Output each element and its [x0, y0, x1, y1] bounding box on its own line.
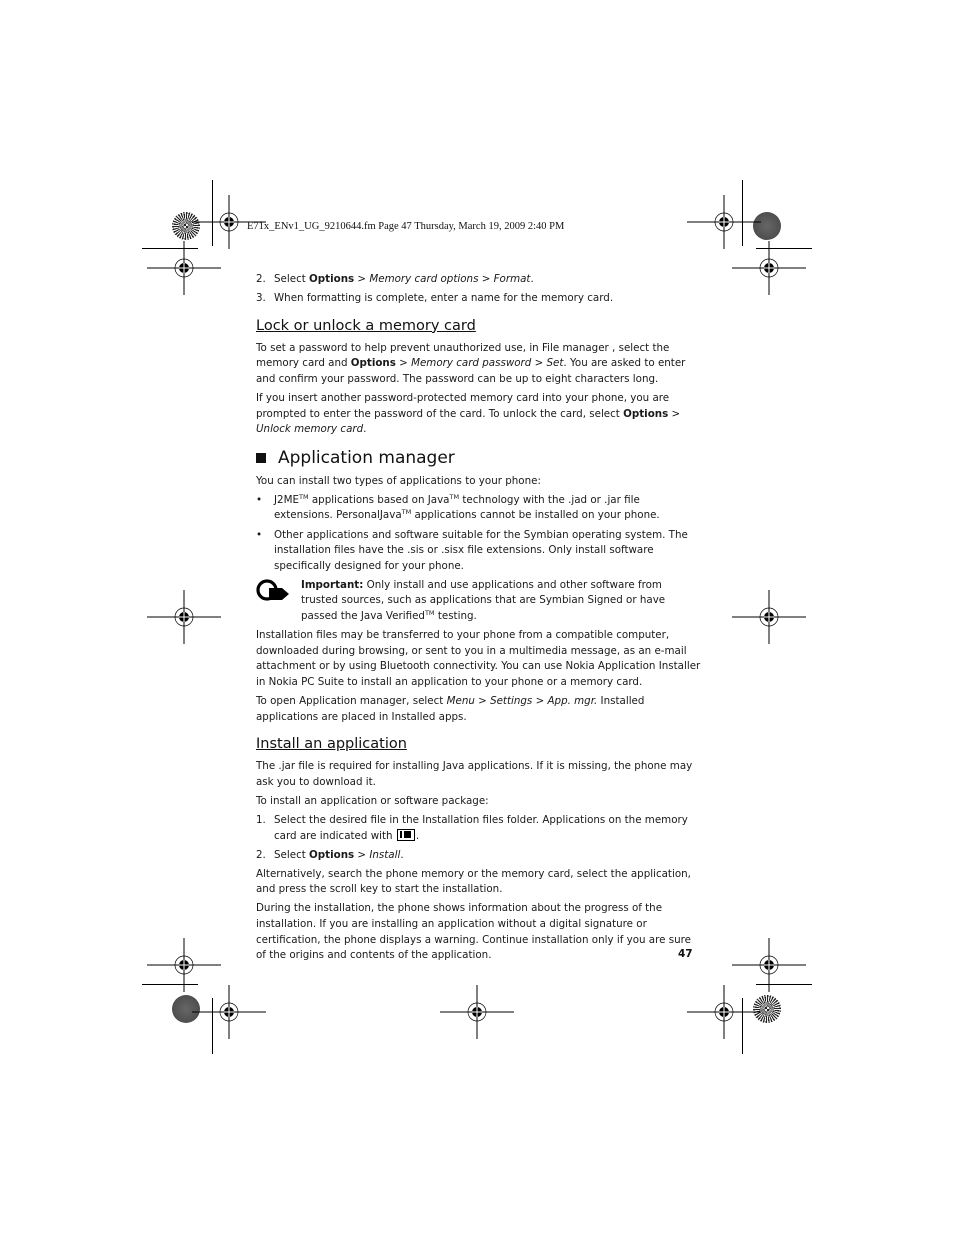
paragraph: During the installation, the phone shows…	[256, 902, 691, 962]
registration-mark-icon	[731, 240, 807, 296]
section-square-icon	[256, 452, 266, 463]
memory-card-icon	[396, 828, 415, 841]
registration-mark-icon	[686, 194, 762, 250]
section-heading: Lock or unlock a memory card	[256, 317, 476, 334]
list-item: • Other applications and software suitab…	[256, 528, 701, 575]
registration-mark-icon	[146, 240, 222, 296]
paragraph: To set a password to help prevent unauth…	[256, 341, 686, 385]
paragraph: To install an application or software pa…	[256, 794, 489, 807]
page-content: 2. Select Options > Memory card options …	[256, 272, 701, 967]
registration-mark-icon	[686, 984, 762, 1040]
bullet-icon: •	[256, 528, 263, 541]
list-item: 3. When formatting is complete, enter a …	[256, 292, 614, 305]
list-item: • J2METM applications based on JavaTM te…	[256, 493, 701, 524]
list-item: 1. Select the desired file in the Instal…	[256, 813, 688, 842]
file-info-header: E71x_ENv1_UG_9210644.fm Page 47 Thursday…	[247, 221, 565, 232]
registration-mark-icon	[191, 984, 267, 1040]
bullet-icon: •	[256, 493, 263, 506]
paragraph: The .jar file is required for installing…	[256, 760, 693, 788]
registration-mark-icon	[439, 984, 515, 1040]
paragraph: Installation files may be transferred to…	[256, 629, 701, 688]
registration-mark-icon	[146, 589, 222, 645]
important-note: Important: Only install and use applicat…	[256, 578, 701, 625]
paragraph: You can install two types of application…	[256, 474, 541, 487]
list-item: 2. Select Options > Install.	[256, 848, 404, 861]
paragraph: To open Application manager, select Menu…	[256, 694, 645, 723]
chapter-heading: Application manager	[256, 447, 701, 469]
page-number: 47	[678, 948, 693, 960]
menu-option: Memory card options	[369, 273, 479, 285]
registration-mark-icon	[146, 937, 222, 993]
paragraph: If you insert another password-protected…	[256, 391, 681, 436]
registration-mark-icon	[731, 589, 807, 645]
list-item: 2. Select Options > Memory card options …	[256, 273, 534, 285]
registration-mark-icon	[731, 937, 807, 993]
menu-option: Format	[493, 273, 531, 285]
paragraph: Alternatively, search the phone memory o…	[256, 867, 691, 896]
important-icon	[256, 578, 301, 625]
menu-option: Options	[309, 273, 355, 285]
section-heading: Install an application	[256, 736, 407, 753]
